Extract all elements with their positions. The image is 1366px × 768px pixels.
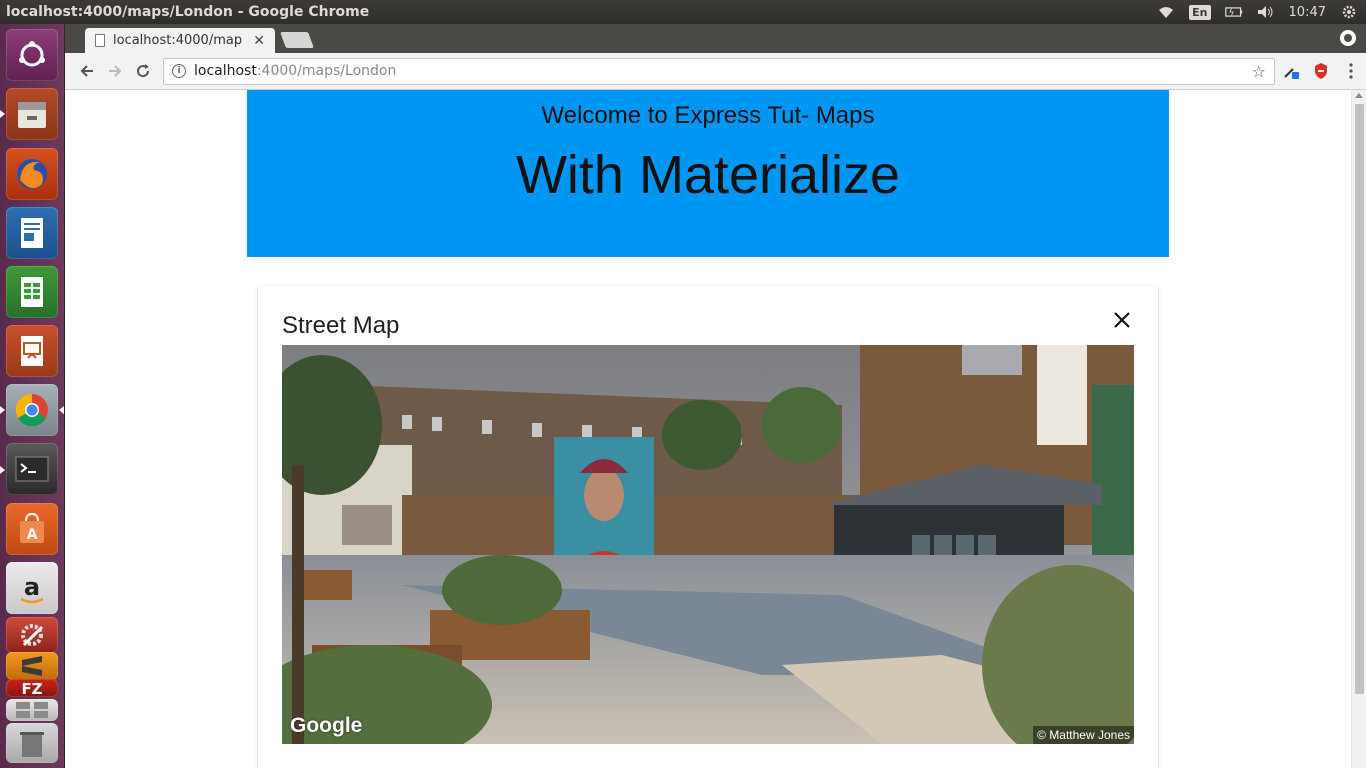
terminal-icon[interactable] — [6, 443, 58, 495]
battery-icon[interactable] — [1224, 5, 1243, 19]
hero-title: With Materialize — [515, 145, 901, 205]
files-icon[interactable] — [6, 88, 58, 140]
os-top-bar: localhost:4000/maps/London - Google Chro… — [0, 0, 1366, 24]
close-icon[interactable] — [1110, 308, 1134, 332]
wifi-icon[interactable] — [1157, 5, 1175, 19]
profile-icon[interactable] — [1340, 30, 1356, 46]
ubuntu-launcher: A a FZ — [0, 24, 65, 768]
street-view-panorama[interactable]: Google © Matthew Jones — [282, 345, 1134, 744]
browser-chrome: localhost:4000/map ✕ i localhost:4000/ma… — [65, 24, 1366, 90]
clock[interactable]: 10:47 — [1289, 5, 1326, 20]
bookmark-star-icon[interactable]: ☆ — [1252, 62, 1266, 81]
calc-icon[interactable] — [6, 266, 58, 318]
volume-icon[interactable] — [1257, 5, 1275, 19]
gear-icon[interactable] — [1340, 5, 1358, 19]
chrome-icon[interactable] — [6, 384, 58, 436]
tab-active[interactable]: localhost:4000/map ✕ — [85, 28, 275, 53]
reload-icon[interactable] — [129, 57, 157, 85]
url-path: :4000/maps/London — [256, 63, 397, 79]
chrome-menu-icon[interactable] — [1337, 57, 1365, 85]
eyedropper-extension-icon[interactable] — [1277, 57, 1305, 85]
impress-icon[interactable] — [6, 325, 58, 377]
new-tab-button[interactable] — [280, 32, 314, 48]
street-view-image — [282, 345, 1134, 744]
page-favicon-icon — [95, 34, 105, 47]
svg-text:A: A — [27, 527, 38, 543]
street-map-card: Street Map Google © Matthew Jones — [258, 286, 1158, 768]
forward-arrow-icon[interactable] — [101, 57, 129, 85]
browser-toolbar: i localhost:4000/maps/London ☆ — [65, 53, 1366, 90]
page-viewport: Welcome to Express Tut- Maps With Materi… — [65, 90, 1351, 768]
system-tray: En 10:47 — [1157, 4, 1366, 20]
keyboard-language-indicator[interactable]: En — [1189, 4, 1211, 20]
image-credit[interactable]: © Matthew Jones — [1033, 726, 1134, 744]
back-arrow-icon[interactable] — [73, 57, 101, 85]
firefox-icon[interactable] — [6, 148, 58, 200]
tab-strip: localhost:4000/map ✕ — [65, 24, 1366, 53]
hero-subtitle: Welcome to Express Tut- Maps — [541, 102, 875, 129]
trash-icon[interactable] — [6, 723, 58, 763]
window-title: localhost:4000/maps/London - Google Chro… — [6, 4, 370, 20]
scroll-up-arrow-icon[interactable] — [1355, 93, 1363, 98]
page-scrollbar[interactable] — [1351, 90, 1366, 768]
scrollbar-thumb[interactable] — [1355, 104, 1364, 694]
url-host: localhost — [194, 63, 257, 79]
tab-close-icon[interactable]: ✕ — [253, 33, 265, 49]
card-title: Street Map — [282, 312, 400, 339]
writer-icon[interactable] — [6, 207, 58, 259]
amazon-icon[interactable]: a — [6, 562, 58, 614]
hero-banner: Welcome to Express Tut- Maps With Materi… — [247, 90, 1169, 257]
svg-text:a: a — [24, 573, 40, 601]
tab-title: localhost:4000/map — [113, 33, 243, 48]
site-info-icon[interactable]: i — [172, 64, 186, 78]
shield-extension-icon[interactable] — [1307, 57, 1335, 85]
workspace-switcher-icon[interactable] — [6, 699, 58, 721]
address-bar[interactable]: i localhost:4000/maps/London ☆ — [163, 57, 1275, 85]
google-logo: Google — [290, 714, 363, 737]
ubuntu-dash-icon[interactable] — [6, 29, 58, 81]
software-center-icon[interactable]: A — [6, 503, 58, 555]
